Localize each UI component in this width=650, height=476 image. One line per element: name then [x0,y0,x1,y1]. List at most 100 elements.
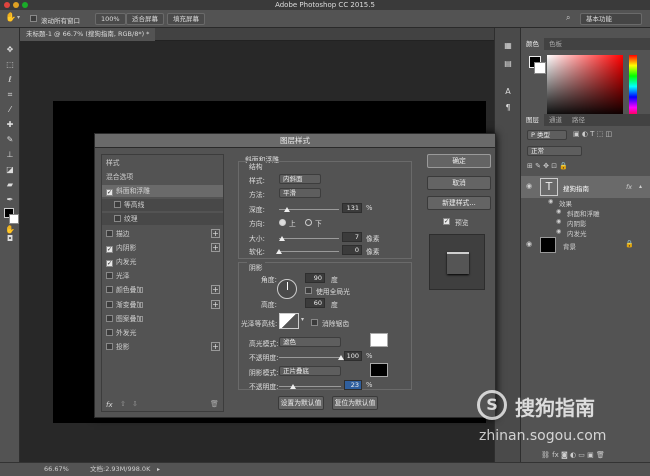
style-item[interactable]: 渐变叠加 + [102,299,223,311]
style-item[interactable]: 颜色叠加 + [102,284,223,296]
highlight-opacity-input[interactable]: 100 [344,351,362,361]
anti-aliased-checkbox[interactable] [311,319,318,326]
document-info[interactable]: 文档:2.93M/998.0K [90,463,150,476]
document-tab[interactable]: 未标题-1 @ 66.7% (搜狗指南, RGB/8*) * [20,28,156,41]
eyedropper-tool-icon[interactable]: ⁄ [3,104,17,116]
history-panel-icon[interactable]: ▦ [501,40,515,52]
style-checkbox[interactable] [106,343,113,351]
highlight-mode-select[interactable]: 滤色 [279,337,341,347]
zoom-level[interactable]: 66.67% [44,463,69,476]
shadow-mode-select[interactable]: 正片叠底 [279,366,341,376]
shadow-opacity-input[interactable]: 23 [344,380,362,390]
style-item[interactable]: ✓ 内阴影 + [102,242,223,254]
size-input[interactable]: 7 [342,232,362,242]
healing-brush-tool-icon[interactable]: ✚ [3,119,17,131]
window-zoom-icon[interactable] [22,2,28,8]
hue-slider[interactable] [629,55,637,118]
background-color-swatch[interactable] [9,214,19,224]
style-checkbox[interactable] [106,272,113,280]
delete-effect-icon[interactable]: 🗑 [210,400,219,408]
technique-select[interactable]: 平滑 [279,188,321,198]
properties-panel-icon[interactable]: ▤ [501,58,515,70]
shadow-color-swatch[interactable] [370,363,388,377]
window-minimize-icon[interactable] [13,2,19,8]
cancel-button[interactable]: 取消 [427,176,491,190]
scroll-all-windows-checkbox[interactable] [30,15,40,23]
global-light-checkbox[interactable] [305,287,312,294]
lock-icons[interactable]: ⊞ ✎ ✥ ⊡ 🔒 [527,162,568,170]
move-tool-icon[interactable]: ✥ [3,44,17,56]
effect-eye-icon[interactable]: ◉ [556,228,561,235]
lasso-tool-icon[interactable]: ℓ [3,74,17,86]
fit-screen-button[interactable]: 适合屏幕 [126,13,164,25]
style-item[interactable]: 图案叠加 [102,313,223,325]
shadow-opacity-track[interactable] [279,386,341,387]
direction-down-radio[interactable] [305,219,312,226]
blend-mode-select[interactable]: 正常 [527,146,582,156]
tab-paths[interactable]: 路径 [567,114,590,126]
style-item[interactable]: 纹理 [102,213,223,226]
scroll-all-checkbox-icon[interactable] [30,15,37,22]
workspace-select[interactable]: 基本功能 [580,13,642,25]
style-checkbox[interactable]: ✓ [106,189,113,196]
highlight-color-swatch[interactable] [370,333,388,347]
hand-tool-icon[interactable]: ✋ [5,13,16,23]
style-checkbox[interactable] [106,286,113,294]
altitude-input[interactable]: 60 [305,298,325,308]
status-arrow-icon[interactable]: ▸ [157,463,160,476]
shadow-opacity-thumb[interactable] [290,384,297,389]
tab-layers[interactable]: 图层 [521,114,544,126]
gloss-contour-preview[interactable] [279,313,299,329]
soften-input[interactable]: 0 [342,245,362,255]
set-default-button[interactable]: 设置为默认值 [278,396,324,410]
tab-color[interactable]: 颜色 [521,38,544,50]
move-up-icon[interactable]: ⇧ [120,400,126,408]
layer-row[interactable]: ◉ 背景 🔒 [521,236,650,254]
quick-mask-icon[interactable]: ◘ [3,233,17,245]
paragraph-panel-icon[interactable]: ¶ [501,102,515,114]
style-item[interactable]: ✓ 内发光 [102,256,223,268]
add-style-instance-icon[interactable]: + [211,228,220,238]
style-item[interactable]: 等高线 [102,199,223,212]
collapse-effects-icon[interactable]: ▴ [639,183,642,190]
reset-default-button[interactable]: 复位为默认值 [332,396,378,410]
style-checkbox[interactable] [106,314,113,322]
effects-eye-icon[interactable]: ◉ [548,198,553,205]
brush-tool-icon[interactable]: ✎ [3,134,17,146]
visibility-eye-icon[interactable]: ◉ [526,240,532,248]
add-style-instance-icon[interactable]: + [211,242,220,252]
effect-eye-icon[interactable]: ◉ [556,218,561,225]
angle-dial[interactable] [277,279,297,299]
blend-options-item[interactable]: 混合选项 [106,171,227,183]
bevel-style-select[interactable]: 内斜面 [279,174,321,184]
zoom-100-button[interactable]: 100% [95,13,126,25]
angle-input[interactable]: 90 [305,273,325,283]
effect-item[interactable]: 内阴影 [567,218,587,228]
window-close-icon[interactable] [4,2,10,8]
crop-tool-icon[interactable]: ⌗ [3,89,17,101]
search-icon[interactable]: ⌕ [566,13,570,23]
color-bg-swatch[interactable] [534,62,546,74]
style-checkbox[interactable]: ✓ [106,260,113,267]
gloss-contour-chevron-icon[interactable]: ▾ [301,316,304,323]
fx-menu-icon[interactable]: fx [106,401,113,409]
color-picker-field[interactable] [547,55,623,118]
style-checkbox[interactable] [114,215,121,223]
new-style-button[interactable]: 新建样式... [427,196,491,210]
style-checkbox[interactable] [114,201,121,209]
gradient-tool-icon[interactable]: ▰ [3,179,17,191]
tool-preset-chevron-icon[interactable]: ▾ [17,14,20,21]
filter-icons[interactable]: ▣ ◐ T ⬚ ◫ [573,130,612,138]
marquee-tool-icon[interactable]: ⬚ [3,59,17,71]
style-checkbox[interactable] [106,329,113,336]
soften-slider-track[interactable] [279,251,339,252]
preview-checkbox[interactable]: ✓ [443,218,450,225]
add-style-instance-icon[interactable]: + [211,342,220,352]
highlight-opacity-track[interactable] [279,357,341,358]
character-panel-icon[interactable]: A [501,86,515,98]
soften-slider-thumb[interactable] [276,249,282,254]
stamp-tool-icon[interactable]: ⊥ [3,149,17,161]
pen-tool-icon[interactable]: ✒ [3,194,17,206]
style-item[interactable]: 外发光 [102,327,223,339]
direction-up-radio[interactable] [279,219,286,226]
